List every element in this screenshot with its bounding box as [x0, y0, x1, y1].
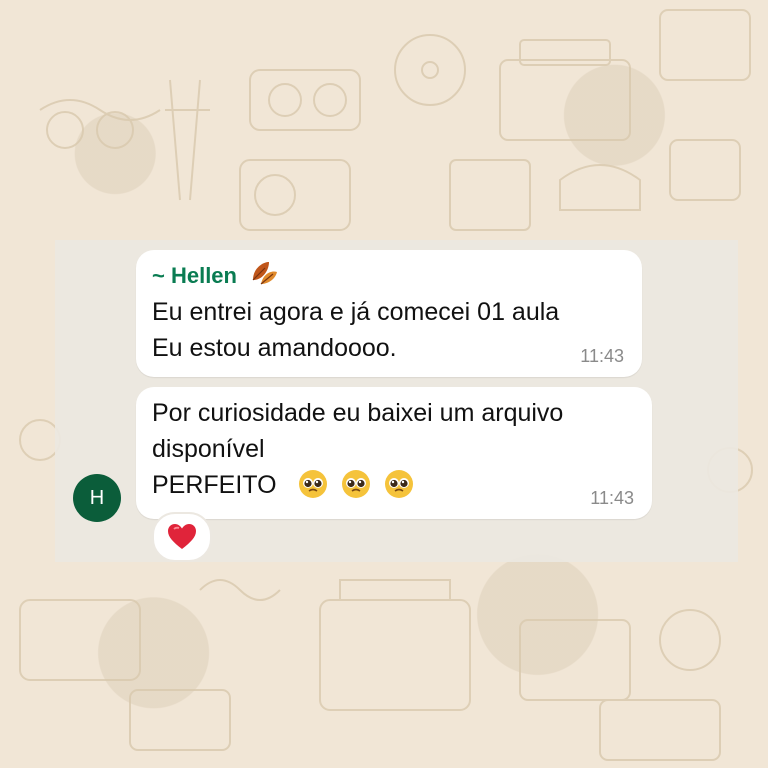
pleading-face-icon: [342, 470, 371, 498]
message-line: disponível: [152, 435, 265, 463]
message-text: Por curiosidade eu baixei um arquivo dis…: [152, 395, 563, 503]
avatar-initial: H: [89, 487, 105, 509]
reaction-badge[interactable]: [152, 512, 212, 562]
message-text: Eu entrei agora e já comecei 01 aula Eu …: [152, 294, 559, 366]
pleading-face-icon: [385, 470, 414, 498]
autumn-leaves-icon: [249, 260, 279, 292]
message-line: Eu estou amandoooo.: [152, 334, 397, 362]
red-heart-icon: [168, 524, 196, 549]
message-bubble[interactable]: ~ Hellen Eu entrei agora e já comecei 01…: [136, 250, 642, 377]
message-line: Por curiosidade eu baixei um arquivo: [152, 399, 564, 427]
message-line-with-emoji: PERFEITO: [152, 467, 563, 503]
sender-name[interactable]: ~ Hellen: [152, 260, 279, 292]
message-timestamp: 11:43: [580, 346, 624, 366]
avatar[interactable]: H: [73, 474, 121, 522]
message-line: PERFEITO: [152, 471, 277, 499]
pleading-face-icon: [299, 470, 328, 498]
message-line: Eu entrei agora e já comecei 01 aula: [152, 298, 560, 326]
message-timestamp: 11:43: [590, 488, 634, 508]
message-bubble[interactable]: Por curiosidade eu baixei um arquivo dis…: [136, 387, 652, 519]
sender-name-label: ~ Hellen: [152, 263, 237, 288]
